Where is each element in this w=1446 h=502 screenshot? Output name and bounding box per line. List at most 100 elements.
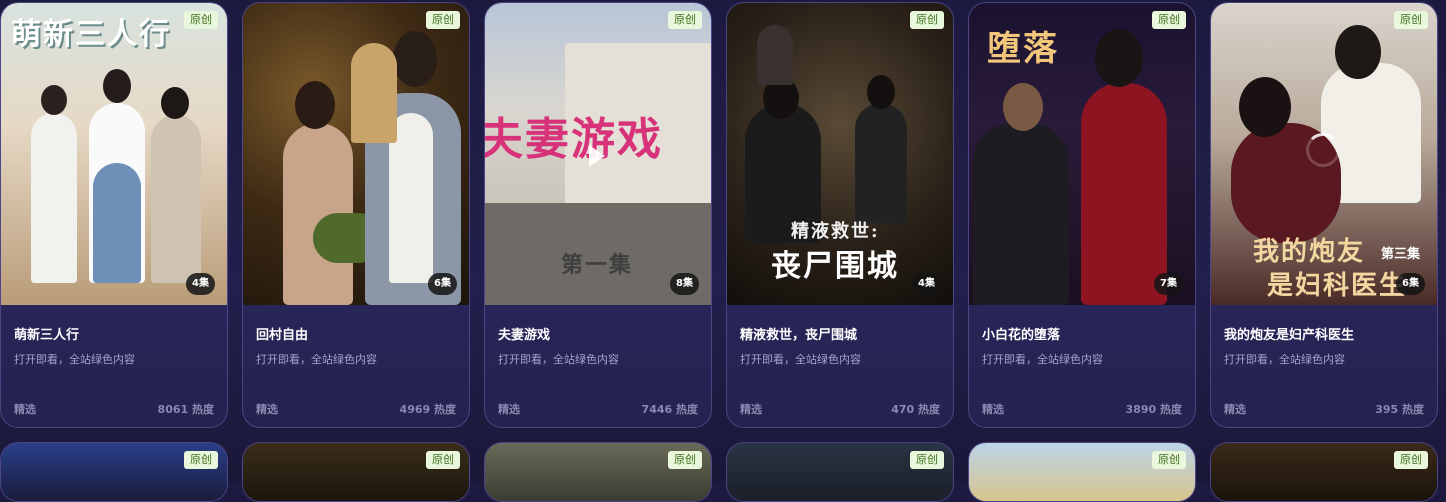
featured-tag: 精选 — [740, 403, 762, 416]
poster-title-text: 萌新三人行 — [11, 17, 171, 52]
video-thumbnail[interactable]: 夫妻游戏 第一集 原创 8集 — [485, 3, 711, 305]
video-description: 打开即看，全站绿色内容 — [14, 353, 135, 366]
poster-figure — [351, 43, 397, 143]
episode-count-badge: 6集 — [428, 273, 457, 295]
featured-tag: 精选 — [14, 403, 36, 416]
poster-episode-text: 第三集 — [1381, 247, 1421, 262]
video-card[interactable]: 夫妻游戏 第一集 原创 8集 夫妻游戏 打开即看，全站绿色内容 精选 7446 … — [484, 2, 712, 428]
card-info: 萌新三人行 打开即看，全站绿色内容 精选 8061 热度 — [1, 305, 227, 427]
featured-tag: 精选 — [498, 403, 520, 416]
poster-title-text: 精液救世: — [791, 221, 880, 242]
video-description: 打开即看，全站绿色内容 — [982, 353, 1103, 366]
loading-spinner-icon — [1306, 133, 1340, 167]
poster-figure-head — [1335, 25, 1381, 79]
original-badge: 原创 — [426, 451, 460, 469]
original-badge: 原创 — [426, 11, 460, 29]
video-description: 打开即看，全站绿色内容 — [1224, 353, 1345, 366]
poster-figure-head — [1239, 77, 1291, 137]
video-thumbnail[interactable]: 萌新三人行 原创 4集 — [1, 3, 227, 305]
heat-count: 4969 热度 — [399, 403, 456, 416]
original-badge: 原创 — [910, 451, 944, 469]
play-icon[interactable] — [589, 145, 605, 167]
poster-subtitle-text: 丧尸围城 — [771, 249, 899, 284]
poster-title-text: 夫妻游戏 — [485, 114, 663, 165]
featured-tag: 精选 — [1224, 403, 1246, 416]
video-title[interactable]: 小白花的堕落 — [982, 324, 1060, 343]
video-description: 打开即看，全站绿色内容 — [256, 353, 377, 366]
video-grid: 萌新三人行 原创 4集 萌新三人行 打开即看，全站绿色内容 精选 8061 热度… — [0, 0, 1446, 502]
heat-count: 395 热度 — [1375, 403, 1424, 416]
poster-figure — [31, 113, 77, 283]
heat-count: 7446 热度 — [641, 403, 698, 416]
card-info: 小白花的堕落 打开即看，全站绿色内容 精选 3890 热度 — [969, 305, 1195, 427]
poster-figure-dress — [1081, 83, 1167, 305]
original-badge: 原创 — [1394, 11, 1428, 29]
video-title[interactable]: 我的炮友是妇产科医生 — [1224, 324, 1354, 343]
original-badge: 原创 — [1152, 11, 1186, 29]
video-card[interactable]: 原创 6集 回村自由 打开即看，全站绿色内容 精选 4969 热度 — [242, 2, 470, 428]
video-description: 打开即看，全站绿色内容 — [498, 353, 619, 366]
video-card[interactable]: 我的炮友 是妇科医生 第三集 原创 6集 我的炮友是妇产科医生 打开即看，全站绿… — [1210, 2, 1438, 428]
poster-title-text: 堕落 — [987, 29, 1059, 69]
video-thumbnail[interactable]: 原创 — [727, 443, 953, 501]
video-thumbnail[interactable]: 原创 — [243, 443, 469, 501]
video-description: 打开即看，全站绿色内容 — [740, 353, 861, 366]
original-badge: 原创 — [184, 11, 218, 29]
video-card[interactable]: 原创 — [726, 442, 954, 502]
video-thumbnail[interactable]: 原创 — [485, 443, 711, 501]
video-thumbnail[interactable]: 精液救世: 丧尸围城 原创 4集 — [727, 3, 953, 305]
featured-tag: 精选 — [982, 403, 1004, 416]
episode-count-badge: 4集 — [186, 273, 215, 295]
card-info: 精液救世，丧尸围城 打开即看，全站绿色内容 精选 470 热度 — [727, 305, 953, 427]
video-thumbnail[interactable]: 原创 — [1, 443, 227, 501]
poster-figure-head — [161, 87, 189, 119]
video-thumbnail[interactable]: 原创 — [969, 443, 1195, 501]
video-title[interactable]: 回村自由 — [256, 324, 308, 343]
video-card[interactable]: 原创 — [0, 442, 228, 502]
poster-figure — [757, 25, 793, 85]
original-badge: 原创 — [910, 11, 944, 29]
featured-tag: 精选 — [256, 403, 278, 416]
poster-figure — [151, 115, 201, 283]
video-card[interactable]: 原创 — [484, 442, 712, 502]
video-card[interactable]: 堕落 原创 7集 小白花的堕落 打开即看，全站绿色内容 精选 3890 热度 — [968, 2, 1196, 428]
video-title[interactable]: 夫妻游戏 — [498, 324, 550, 343]
original-badge: 原创 — [668, 11, 702, 29]
poster-figure-head — [41, 85, 67, 115]
poster-subtitle-text: 是妇科医生 — [1267, 271, 1408, 301]
original-badge: 原创 — [1394, 451, 1428, 469]
poster-figure-head — [1095, 29, 1143, 87]
video-card[interactable]: 原创 — [968, 442, 1196, 502]
video-thumbnail[interactable]: 我的炮友 是妇科医生 第三集 原创 6集 — [1211, 3, 1437, 305]
video-thumbnail[interactable]: 原创 — [1211, 443, 1437, 501]
video-card[interactable]: 萌新三人行 原创 4集 萌新三人行 打开即看，全站绿色内容 精选 8061 热度 — [0, 2, 228, 428]
poster-figure-head — [103, 69, 131, 103]
video-card[interactable]: 原创 — [242, 442, 470, 502]
card-info: 回村自由 打开即看，全站绿色内容 精选 4969 热度 — [243, 305, 469, 427]
video-card[interactable]: 精液救世: 丧尸围城 原创 4集 精液救世，丧尸围城 打开即看，全站绿色内容 精… — [726, 2, 954, 428]
card-info: 夫妻游戏 打开即看，全站绿色内容 精选 7446 热度 — [485, 305, 711, 427]
episode-count-badge: 6集 — [1396, 273, 1425, 295]
poster-title-text: 我的炮友 — [1253, 237, 1366, 267]
poster-figure — [855, 103, 907, 223]
poster-figure-head — [867, 75, 895, 109]
video-card[interactable]: 原创 — [1210, 442, 1438, 502]
heat-count: 470 热度 — [891, 403, 940, 416]
episode-count-badge: 8集 — [670, 273, 699, 295]
original-badge: 原创 — [184, 451, 218, 469]
episode-count-badge: 7集 — [1154, 273, 1183, 295]
card-info: 我的炮友是妇产科医生 打开即看，全站绿色内容 精选 395 热度 — [1211, 305, 1437, 427]
video-title[interactable]: 萌新三人行 — [14, 324, 79, 343]
video-thumbnail[interactable]: 原创 6集 — [243, 3, 469, 305]
episode-count-badge: 4集 — [912, 273, 941, 295]
heat-count: 3890 热度 — [1125, 403, 1182, 416]
heat-count: 8061 热度 — [157, 403, 214, 416]
original-badge: 原创 — [1152, 451, 1186, 469]
poster-figure-head — [1003, 83, 1043, 131]
poster-figure-head — [393, 31, 437, 87]
poster-figure — [973, 123, 1069, 305]
video-title[interactable]: 精液救世，丧尸围城 — [740, 324, 857, 343]
poster-figure-head — [295, 81, 335, 129]
video-thumbnail[interactable]: 堕落 原创 7集 — [969, 3, 1195, 305]
poster-figure-jeans — [93, 163, 141, 283]
